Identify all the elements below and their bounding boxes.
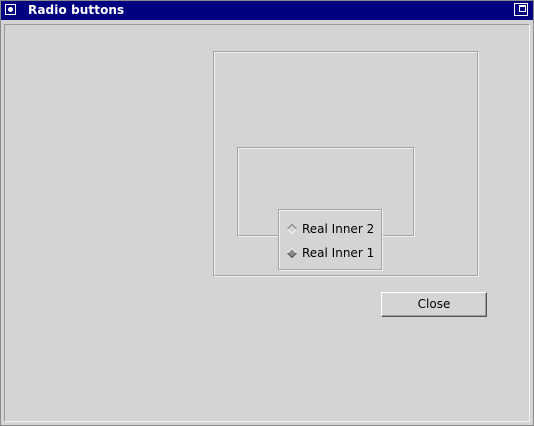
close-button[interactable]: Close	[381, 292, 487, 317]
window-menu-icon[interactable]	[5, 4, 16, 15]
radio-label: Real Inner 1	[302, 246, 375, 260]
radio-real-inner-2[interactable]: Real Inner 2	[279, 219, 381, 239]
radio-label: Real Inner 2	[302, 222, 375, 236]
close-button-label: Close	[417, 297, 451, 311]
radio-buttons-window: Radio buttons Real Inner 2 Real Inner 1 …	[0, 0, 534, 426]
radio-group-panel: Real Inner 2 Real Inner 1	[278, 209, 382, 270]
title-bar[interactable]: Radio buttons	[1, 1, 533, 20]
maximize-icon[interactable]	[514, 3, 528, 16]
diamond-radio-icon[interactable]	[287, 224, 297, 234]
diamond-radio-selected-icon[interactable]	[287, 248, 297, 258]
radio-real-inner-1[interactable]: Real Inner 1	[279, 243, 381, 263]
window-title: Radio buttons	[28, 3, 125, 17]
